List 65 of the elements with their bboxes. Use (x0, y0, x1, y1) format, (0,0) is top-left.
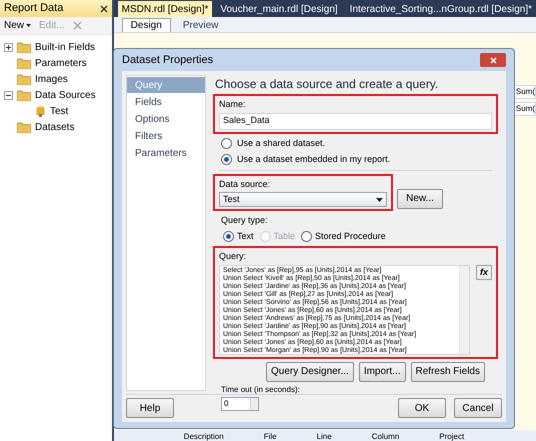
timeout-spinner[interactable]: 0 (221, 396, 259, 410)
timeout-label: Time out (in seconds): (221, 384, 301, 396)
radio-button[interactable] (221, 154, 232, 166)
page-item[interactable]: Options (127, 111, 205, 127)
tree-item[interactable]: Datasets (35, 120, 74, 134)
import-button[interactable]: Import... (358, 362, 406, 382)
view-tab[interactable]: Design (122, 18, 171, 32)
column-header[interactable]: Line (316, 432, 332, 441)
column-header[interactable]: Column (372, 432, 400, 441)
radio-label[interactable]: Stored Procedure (315, 230, 386, 243)
tree-item[interactable]: Built-in Fields (35, 40, 96, 54)
document-tab[interactable]: MSDN.rdl [Design]* (118, 1, 212, 17)
radio-label[interactable]: Text (237, 230, 254, 243)
tree-item[interactable]: Parameters (35, 56, 87, 70)
expand-icon[interactable] (4, 42, 13, 52)
dialog-heading: Choose a data source and create a query. (214, 77, 440, 92)
help-button[interactable]: Help (126, 398, 174, 418)
new-button[interactable]: New (4, 18, 32, 33)
column-header[interactable]: Description (184, 432, 224, 441)
name-field[interactable]: Sales_Data (219, 112, 492, 130)
page-item[interactable]: Fields (127, 94, 205, 110)
radio-label[interactable]: Use a dataset embedded in my report. (237, 153, 390, 166)
radio-button[interactable] (221, 138, 232, 149)
close-button[interactable] (480, 53, 506, 67)
caret-icon (26, 24, 32, 27)
data-source-label: Data source: (219, 178, 272, 190)
scrollbar[interactable] (459, 266, 469, 354)
document-tab[interactable]: Interactive_Sorting...nGroup.rdl [Design]* (346, 1, 536, 17)
close-icon (490, 56, 496, 64)
column-header[interactable]: File (264, 432, 277, 441)
close-icon[interactable] (100, 4, 108, 12)
column-header[interactable]: Project (439, 432, 464, 441)
database-icon (35, 105, 46, 117)
tree-item[interactable]: Images (35, 72, 68, 86)
dialog-title: Dataset Properties (122, 52, 214, 68)
page-item[interactable]: Parameters (127, 145, 205, 161)
query-label: Query: (219, 250, 248, 263)
panel-title: Report Data (4, 1, 64, 16)
textbox-cell: Sum( (514, 102, 536, 116)
radio-button[interactable] (223, 230, 234, 242)
new-button[interactable]: New... (397, 188, 443, 209)
query-designer-button[interactable]: Query Designer... (266, 362, 354, 382)
folder-icon (17, 58, 31, 68)
query-type-label: Query type: (221, 214, 269, 227)
folder-icon (17, 42, 31, 52)
cancel-button[interactable]: Cancel (454, 398, 502, 418)
textbox-cell: Sum( (514, 85, 536, 99)
data-source-dropdown[interactable]: Test (219, 192, 387, 207)
query-text-area[interactable] (219, 264, 470, 354)
folder-icon (17, 90, 31, 100)
view-tab[interactable]: Preview (174, 18, 226, 32)
ok-button[interactable]: OK (398, 398, 446, 418)
expression-button[interactable]: fx (476, 264, 492, 280)
refresh-fields-button[interactable]: Refresh Fields (410, 362, 485, 382)
radio-label[interactable]: Use a shared dataset. (237, 136, 326, 150)
page-item[interactable]: Filters (127, 128, 205, 144)
radio-button[interactable] (301, 230, 312, 242)
dropdown-icon (376, 198, 383, 202)
folder-icon (17, 122, 31, 132)
folder-icon (17, 74, 31, 84)
name-label: Name: (219, 98, 247, 111)
document-tab[interactable]: Voucher_main.rdl [Design] (216, 1, 342, 17)
collapse-icon[interactable] (4, 90, 13, 100)
tree-item[interactable]: Test (50, 104, 68, 118)
tree-item[interactable]: Data Sources (35, 88, 96, 102)
